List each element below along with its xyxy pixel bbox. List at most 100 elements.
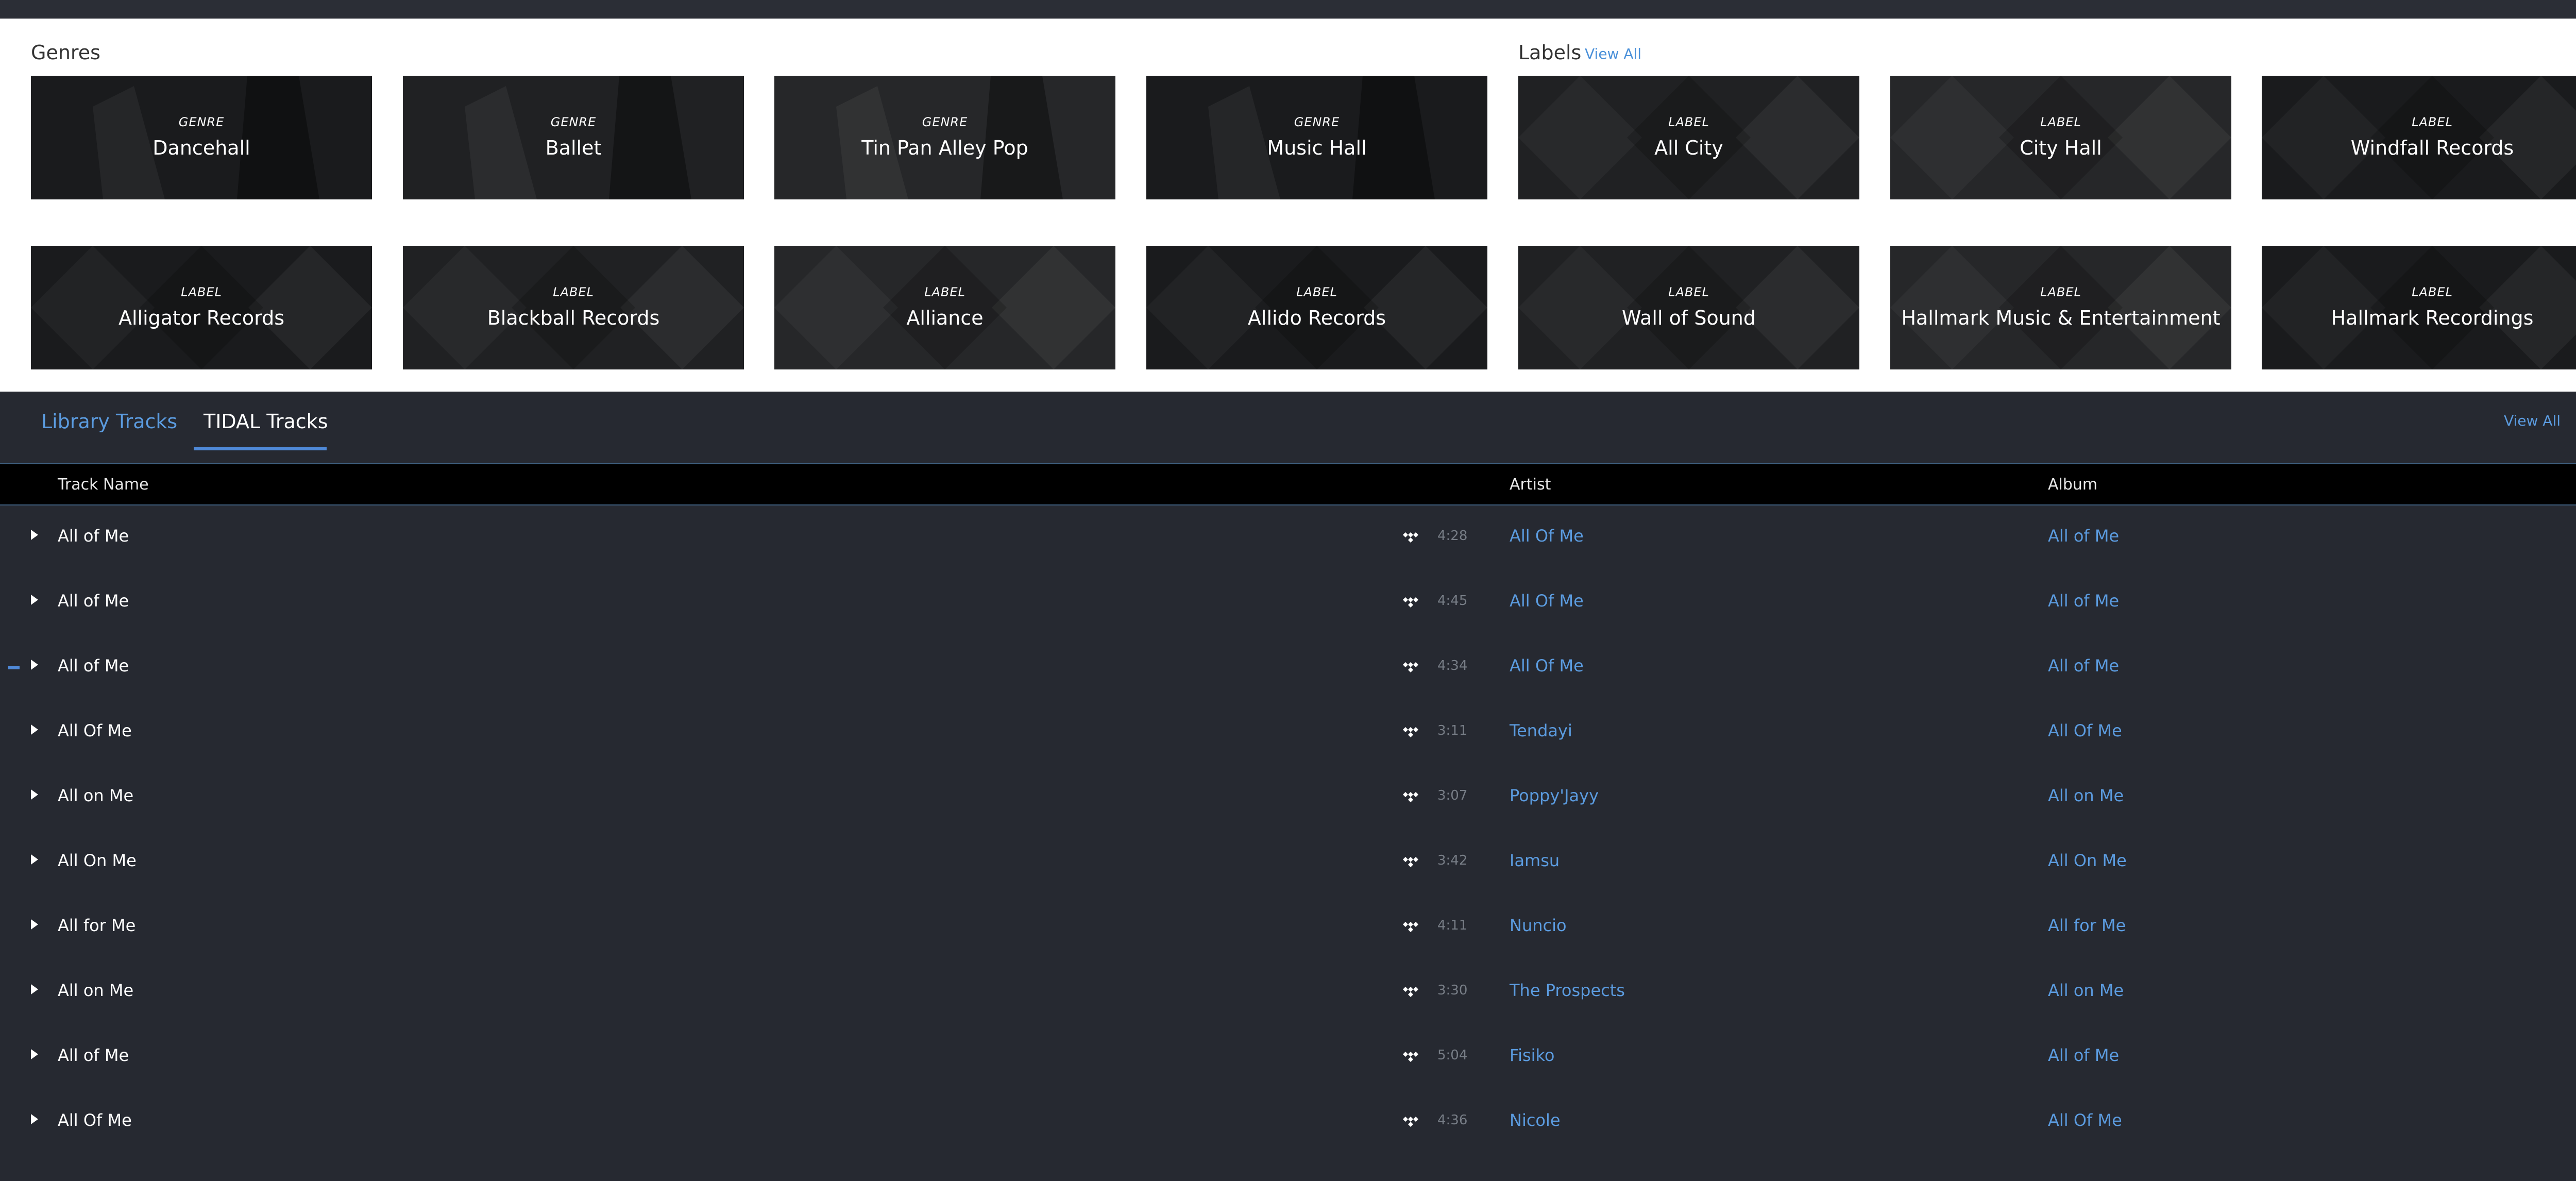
track-name: All on Me [58,786,134,805]
tidal-icon [1403,1117,1418,1127]
artist-link[interactable]: All Of Me [1510,591,1584,611]
tile-kind-label: GENRE [178,115,225,129]
labels-view-all-link[interactable]: View All [1585,45,1641,62]
track-row[interactable]: All On Me 3:42 Iamsu All On Me [0,830,2576,895]
column-track-name[interactable]: Track Name [58,476,149,494]
track-name: All of Me [58,526,129,546]
track-name: All of Me [58,591,129,611]
album-link[interactable]: All on Me [2048,786,2124,805]
artist-link[interactable]: Tendayi [1510,721,1572,740]
tab-tidal-tracks[interactable]: TIDAL Tracks [204,410,328,433]
track-duration: 5:04 [1437,1048,1468,1063]
album-link[interactable]: All of Me [2048,656,2119,676]
tile-kind-label: LABEL [1296,285,1337,299]
tile-name: City Hall [2020,137,2102,159]
drag-handle[interactable] [8,666,20,669]
album-link[interactable]: All for Me [2048,916,2126,935]
tile-name: Allido Records [1247,307,1386,329]
track-row[interactable]: All of Me 4:34 All Of Me All of Me [0,635,2576,700]
album-link[interactable]: All of Me [2048,1045,2119,1065]
album-link[interactable]: All On Me [2048,851,2127,870]
track-name: All of Me [58,656,129,676]
artist-link[interactable]: All Of Me [1510,656,1584,676]
play-icon[interactable] [31,789,38,800]
artist-link[interactable]: Fisiko [1510,1045,1555,1065]
label-tile[interactable]: LABEL City Hall [1890,76,2231,199]
play-icon[interactable] [31,660,38,670]
play-icon[interactable] [31,724,38,735]
label-tile[interactable]: LABEL Alliance [774,246,1115,369]
play-icon[interactable] [31,530,38,540]
tidal-icon [1403,857,1418,867]
track-row[interactable]: All of Me 5:04 Fisiko All of Me [0,1025,2576,1090]
column-album[interactable]: Album [2048,476,2097,494]
track-name: All Of Me [58,721,132,740]
track-duration: 4:45 [1437,593,1468,609]
artist-link[interactable]: All Of Me [1510,526,1584,546]
track-row[interactable]: All Of Me 3:11 Tendayi All Of Me [0,700,2576,765]
track-row[interactable]: All on Me 3:30 The Prospects All on Me [0,960,2576,1025]
tab-library-tracks[interactable]: Library Tracks [41,410,177,433]
track-row[interactable]: All of Me 4:28 All Of Me All of Me [0,505,2576,570]
artist-link[interactable]: Nuncio [1510,916,1567,935]
tidal-icon [1403,532,1418,543]
label-tile[interactable]: LABEL Wall of Sound [1518,246,1859,369]
tidal-icon [1403,987,1418,997]
tile-name: Windfall Records [2350,137,2514,159]
table-header: Track Name Artist Album [0,464,2576,505]
track-row[interactable]: All on Me 3:07 Poppy'Jayy All on Me [0,765,2576,830]
play-icon[interactable] [31,984,38,994]
tile-name: Music Hall [1267,137,1367,159]
track-row[interactable]: All Of Me 4:36 Nicole All Of Me [0,1090,2576,1155]
album-link[interactable]: All Of Me [2048,1110,2122,1130]
tile-kind-label: LABEL [1668,115,1709,129]
play-icon[interactable] [31,919,38,930]
label-tile[interactable]: LABEL Windfall Records [2262,76,2576,199]
play-icon[interactable] [31,595,38,605]
album-link[interactable]: All Of Me [2048,721,2122,740]
track-duration: 4:36 [1437,1112,1468,1128]
genre-tile[interactable]: GENRE Dancehall [31,76,372,199]
genre-tile[interactable]: GENRE Ballet [403,76,744,199]
label-tile[interactable]: LABEL Hallmark Recordings [2262,246,2576,369]
artist-link[interactable]: Poppy'Jayy [1510,786,1599,805]
tile-kind-label: LABEL [1668,285,1709,299]
artist-link[interactable]: Nicole [1510,1110,1561,1130]
track-duration: 4:11 [1437,918,1468,933]
track-duration: 4:28 [1437,528,1468,544]
artist-link[interactable]: Iamsu [1510,851,1560,870]
label-tile[interactable]: LABEL Blackball Records [403,246,744,369]
tile-name: Ballet [545,137,602,159]
label-tile[interactable]: LABEL All City [1518,76,1859,199]
tidal-icon [1403,662,1418,672]
tile-name: Alligator Records [118,307,285,329]
tile-name: All City [1654,137,1723,159]
track-name: All Of Me [58,1110,132,1130]
genre-tile[interactable]: GENRE Music Hall [1146,76,1487,199]
album-link[interactable]: All on Me [2048,981,2124,1000]
track-name: All on Me [58,981,134,1000]
track-duration: 3:42 [1437,853,1468,868]
play-icon[interactable] [31,854,38,865]
track-row[interactable]: All of Me 4:45 All Of Me All of Me [0,570,2576,635]
tile-name: Hallmark Music & Entertainment [1901,307,2221,329]
label-tile[interactable]: LABEL Hallmark Music & Entertainment [1890,246,2231,369]
play-icon[interactable] [31,1114,38,1124]
tile-kind-label: GENRE [1294,115,1340,129]
top-bar [0,0,2576,19]
genre-tile[interactable]: GENRE Tin Pan Alley Pop [774,76,1115,199]
label-tile[interactable]: LABEL Allido Records [1146,246,1487,369]
tile-name: Dancehall [152,137,250,159]
album-link[interactable]: All of Me [2048,526,2119,546]
labels-heading: Labels [1518,41,1582,64]
play-icon[interactable] [31,1049,38,1059]
artist-link[interactable]: The Prospects [1510,981,1625,1000]
track-row[interactable]: All for Me 4:11 Nuncio All for Me [0,895,2576,960]
tile-kind-label: LABEL [2412,115,2453,129]
tracks-view-all-link[interactable]: View All [2504,412,2561,429]
label-tile[interactable]: LABEL Alligator Records [31,246,372,369]
tidal-icon [1403,1052,1418,1062]
column-artist[interactable]: Artist [1510,476,1551,494]
album-link[interactable]: All of Me [2048,591,2119,611]
tile-name: Blackball Records [487,307,660,329]
